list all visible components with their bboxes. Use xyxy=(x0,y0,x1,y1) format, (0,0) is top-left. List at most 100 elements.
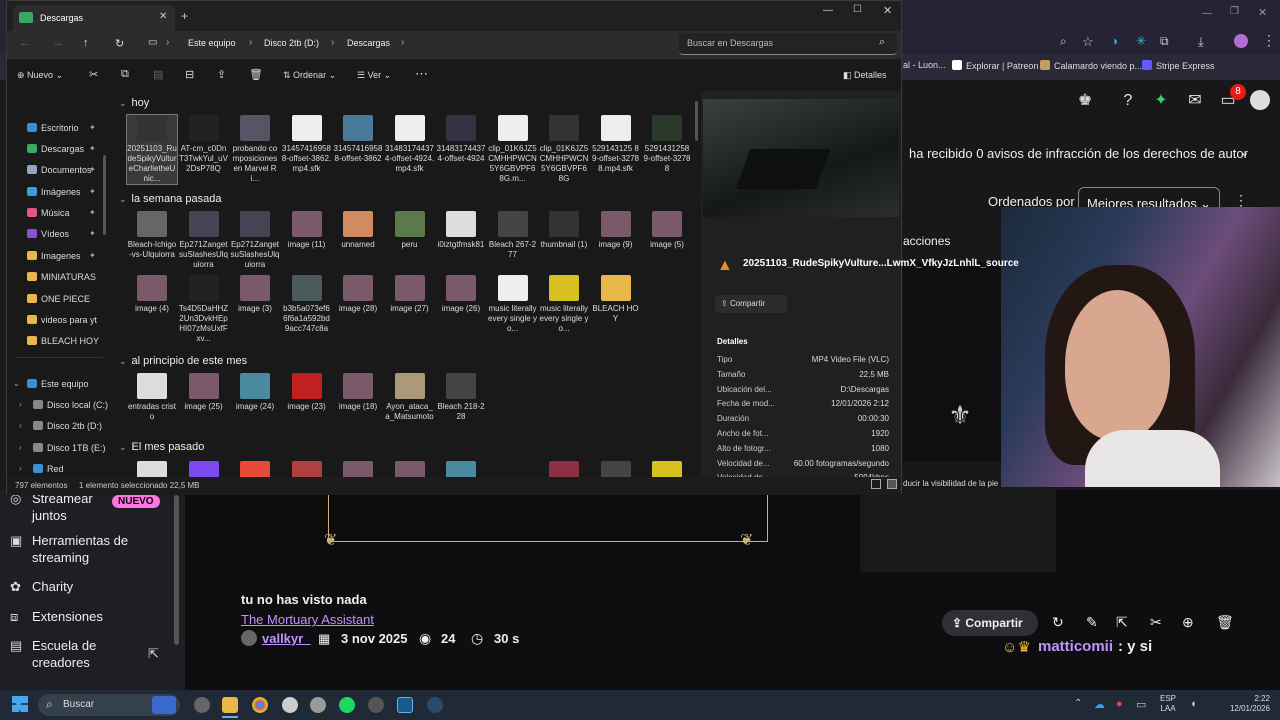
file-item[interactable]: 5291431258 9-offset-32788 xyxy=(642,115,692,174)
file-item[interactable]: BLEACH HOY xyxy=(591,275,641,324)
file-item[interactable]: Ts4D5DaHHZ2Un3DvkHEpHI07zMsUxfFxv... xyxy=(179,275,229,344)
more-icon[interactable]: ⋯ xyxy=(415,66,428,82)
settings-icon[interactable] xyxy=(310,697,326,713)
nav-scrollbar[interactable] xyxy=(103,155,106,235)
app-icon[interactable] xyxy=(368,697,384,713)
video-side-thumbnail[interactable] xyxy=(860,490,1056,572)
new-button[interactable]: ⊕ Nuevo ⌄ xyxy=(17,70,63,81)
extension-icon[interactable]: ◗ xyxy=(1112,34,1119,48)
user-avatar[interactable] xyxy=(1250,90,1270,110)
file-item[interactable]: Ep271ZangetsuSlashesUlquiorra xyxy=(230,211,280,270)
file-item[interactable]: image (9) xyxy=(591,211,641,250)
author-avatar[interactable] xyxy=(241,630,257,646)
file-item[interactable]: image (28) xyxy=(333,275,383,314)
breadcrumb-item[interactable]: Este equipo xyxy=(188,38,236,48)
file-item[interactable]: 314574169588-offset-3862.mp4.sfk xyxy=(282,115,332,174)
group-header[interactable]: ⌄ la semana pasada xyxy=(119,193,221,205)
nav-item[interactable]: Este equipo xyxy=(27,379,89,389)
file-item[interactable]: image (3) xyxy=(230,275,280,314)
search-input[interactable]: Buscar en Descargas ⌕ xyxy=(679,33,897,55)
file-thumbnail[interactable] xyxy=(291,461,322,477)
share-button[interactable]: ⇪ Compartir xyxy=(942,610,1038,636)
edit-icon[interactable]: ✎ xyxy=(1086,614,1098,631)
share-icon[interactable]: ⇪ xyxy=(217,68,226,81)
nav-item[interactable]: Vídeos xyxy=(27,229,69,239)
expand-chevron-icon[interactable]: › xyxy=(19,400,22,409)
file-item[interactable]: Ep271ZangetsuSlashesUlquiorra xyxy=(179,211,229,270)
nav-item[interactable]: Imágenes xyxy=(27,187,81,197)
group-header[interactable]: ⌄ El mes pasado xyxy=(119,441,204,453)
file-item[interactable]: image (18) xyxy=(333,373,383,412)
details-button[interactable]: ◧ Detalles xyxy=(843,70,887,81)
zoom-icon[interactable]: ⌕ xyxy=(1060,34,1067,49)
file-item[interactable]: music literally every single yo... xyxy=(539,275,589,334)
sidebar-item-escuela[interactable]: ▤ Escuela de creadores xyxy=(10,637,122,671)
minimize-icon[interactable]: — xyxy=(823,5,833,16)
back-icon[interactable]: ← xyxy=(19,37,30,49)
file-item[interactable]: entradas cristo xyxy=(127,373,177,422)
breadcrumb-item[interactable]: Disco 2tb (D:) xyxy=(264,38,319,48)
language-indicator[interactable]: ESP LAA xyxy=(1160,694,1176,714)
bookmark-item[interactable]: Explorar | Patreon xyxy=(952,60,1038,71)
restore-icon[interactable]: ❐ xyxy=(1230,6,1239,17)
video-player[interactable]: ❦ ❦ xyxy=(240,490,860,572)
replay-icon[interactable]: ↻ xyxy=(1052,614,1064,631)
crown-icon[interactable]: ♚ xyxy=(1076,92,1094,110)
expand-chevron-icon[interactable]: › xyxy=(19,421,22,430)
breadcrumb-item[interactable]: Descargas xyxy=(347,38,390,48)
new-tab-icon[interactable]: + xyxy=(181,9,188,23)
bookmark-item[interactable]: Calamardo viendo p... xyxy=(1040,60,1142,71)
bookmark-item[interactable]: Stripe Express xyxy=(1142,60,1215,71)
files-scrollbar[interactable] xyxy=(695,101,698,141)
chat-username[interactable]: matticomii xyxy=(1038,638,1113,655)
file-item[interactable]: image (27) xyxy=(385,275,435,314)
file-item[interactable]: Ayon_ataca_a_Matsumoto xyxy=(385,373,435,422)
sidebar-scrollbar[interactable] xyxy=(174,495,179,645)
inbox-icon[interactable]: ✉ xyxy=(1186,92,1204,110)
obs-icon[interactable] xyxy=(282,697,298,713)
chevron-down-icon[interactable]: ⌄ xyxy=(1240,146,1249,159)
file-item[interactable]: 20251103_RudeSpikyVultureCharlietheUnic.… xyxy=(126,114,178,185)
open-icon[interactable]: ⇱ xyxy=(1116,614,1128,631)
file-thumbnail[interactable] xyxy=(600,461,631,477)
file-item[interactable]: 314831744374-offset-4924.mp4.sfk xyxy=(385,115,435,174)
file-item[interactable]: image (26) xyxy=(436,275,486,314)
taskbar-search[interactable]: ⌕ Buscar xyxy=(38,694,180,716)
add-icon[interactable]: ⊕ xyxy=(1182,614,1194,631)
tab-descargas[interactable]: Descargas ✕ xyxy=(13,5,175,31)
file-item[interactable]: image (5) xyxy=(642,211,692,250)
file-item[interactable]: Bleach-Ichigo-vs-Ulquiorra xyxy=(127,211,177,260)
bookmark-item[interactable]: al - Luon... xyxy=(903,60,946,70)
file-item[interactable]: 314574169588-offset-3862 xyxy=(333,115,383,164)
group-header[interactable]: ⌄ hoy xyxy=(119,97,149,109)
close-tab-icon[interactable]: ✕ xyxy=(159,11,167,22)
file-item[interactable]: i0iztgtfmsk81 xyxy=(436,211,486,250)
expand-chevron-icon[interactable]: › xyxy=(19,464,22,473)
tab-acciones[interactable]: acciones xyxy=(903,234,950,248)
nav-item[interactable]: ONE PIECE xyxy=(27,294,90,304)
app-icon[interactable] xyxy=(194,697,210,713)
sidebar-item-streamear-juntos[interactable]: ◎ Streamear juntos xyxy=(10,490,102,524)
file-item[interactable]: image (23) xyxy=(282,373,332,412)
chevron-up-icon[interactable]: ⌃ xyxy=(1074,698,1082,709)
file-thumbnail[interactable] xyxy=(394,461,425,477)
spotify-icon[interactable] xyxy=(339,697,355,713)
address-bar[interactable]: ▭ › Este equipo › Disco 2tb (D:) › Desca… xyxy=(144,32,674,56)
profile-avatar[interactable] xyxy=(1234,34,1248,48)
maximize-icon[interactable]: ☐ xyxy=(853,4,862,15)
file-item[interactable]: b3b5a073ef66f6a1a592bd9acc747c8a xyxy=(282,275,332,334)
file-thumbnail[interactable] xyxy=(549,461,579,477)
nav-item[interactable]: Escritorio xyxy=(27,123,79,133)
details-view-icon[interactable] xyxy=(871,479,881,489)
translate-icon[interactable]: ✳ xyxy=(1136,34,1146,48)
author-link[interactable]: vallkyr_ xyxy=(262,631,310,646)
gem-icon[interactable]: ✦ xyxy=(1152,92,1170,110)
rename-icon[interactable]: ⊟ xyxy=(185,68,194,81)
file-item[interactable]: image (4) xyxy=(127,275,177,314)
file-item[interactable]: probando composiciones en Marvel Ri... xyxy=(230,115,280,184)
network-icon[interactable]: ▭ xyxy=(1136,698,1146,711)
file-item[interactable]: 529143125 89-offset-32788.mp4.sfk xyxy=(591,115,641,174)
download-icon[interactable]: ⤓ xyxy=(1198,34,1204,50)
tiles-view-icon[interactable] xyxy=(887,479,897,489)
close-window-icon[interactable]: ✕ xyxy=(883,4,892,17)
